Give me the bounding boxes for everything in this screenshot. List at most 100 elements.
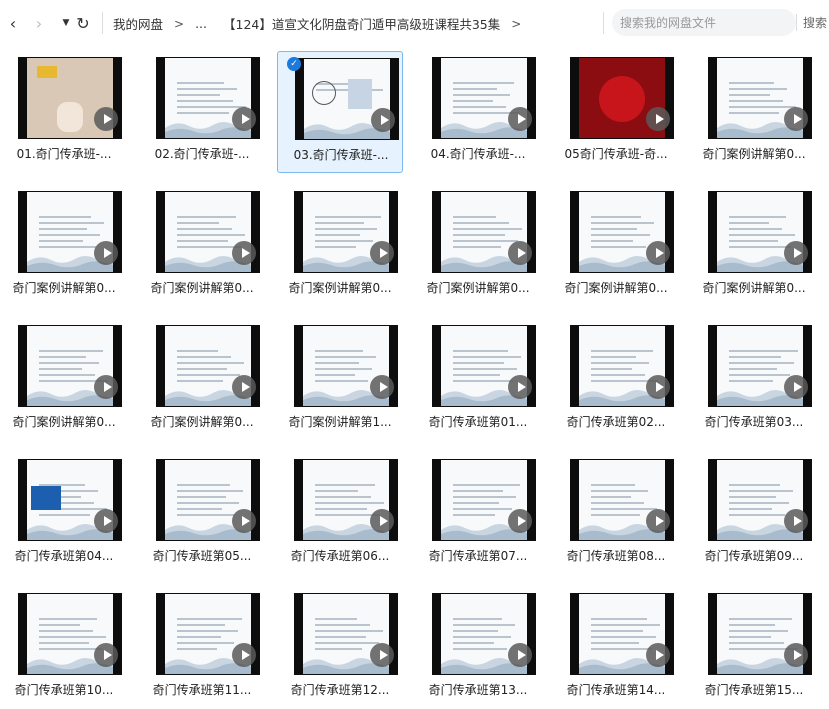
play-icon[interactable] [371, 108, 395, 132]
play-icon[interactable] [94, 107, 118, 131]
play-icon[interactable] [370, 509, 394, 533]
play-icon[interactable] [784, 509, 808, 533]
file-name: 奇门案例讲解第0... [150, 415, 254, 429]
breadcrumb-current-folder[interactable]: 【124】道宣文化阴盘奇门遁甲高级班课程共35集 [223, 14, 500, 33]
play-icon[interactable] [784, 643, 808, 667]
play-icon[interactable] [508, 241, 532, 265]
breadcrumb-root[interactable]: 我的网盘 [113, 14, 163, 33]
file-item[interactable]: 02.奇门传承班-... [139, 51, 265, 173]
file-item[interactable]: 奇门传承班第01... [415, 319, 541, 441]
play-icon[interactable] [232, 643, 256, 667]
file-item[interactable]: 奇门案例讲解第0... [691, 185, 817, 307]
file-item[interactable]: 奇门传承班第12... [277, 587, 403, 709]
play-icon[interactable] [784, 375, 808, 399]
file-name: 奇门传承班第01... [428, 415, 528, 429]
file-item[interactable]: 奇门案例讲解第0... [1, 185, 127, 307]
file-item[interactable]: 奇门案例讲解第0... [139, 185, 265, 307]
file-item[interactable]: 奇门传承班第06... [277, 453, 403, 575]
play-icon[interactable] [232, 107, 256, 131]
video-thumbnail [18, 57, 122, 139]
play-icon[interactable] [94, 509, 118, 533]
file-name: 03.奇门传承班-... [293, 148, 389, 162]
file-item[interactable]: 01.奇门传承班-... [1, 51, 127, 173]
play-icon[interactable] [508, 509, 532, 533]
file-name: 05奇门传承班-奇... [564, 147, 668, 161]
file-item[interactable]: 奇门传承班第07... [415, 453, 541, 575]
file-name: 奇门案例讲解第0... [12, 281, 116, 295]
file-item[interactable]: 奇门案例讲解第0... [553, 185, 679, 307]
file-name: 奇门案例讲解第0... [702, 281, 806, 295]
play-icon[interactable] [646, 643, 670, 667]
search-input[interactable] [618, 14, 792, 31]
checkmark-icon[interactable]: ✓ [287, 57, 301, 71]
video-thumbnail [708, 325, 812, 407]
play-icon[interactable] [508, 375, 532, 399]
file-item[interactable]: 奇门传承班第02... [553, 319, 679, 441]
video-thumbnail [570, 57, 674, 139]
play-icon[interactable] [232, 241, 256, 265]
play-icon[interactable] [94, 241, 118, 265]
search-button[interactable]: 搜索 [796, 14, 827, 31]
file-item[interactable]: 奇门传承班第05... [139, 453, 265, 575]
file-name: 奇门传承班第10... [14, 683, 114, 697]
file-name: 奇门传承班第14... [566, 683, 666, 697]
video-thumbnail [18, 191, 122, 273]
file-item[interactable]: 奇门案例讲解第0... [1, 319, 127, 441]
file-item[interactable]: 奇门传承班第11... [139, 587, 265, 709]
file-name: 奇门传承班第02... [566, 415, 666, 429]
file-name: 奇门传承班第13... [428, 683, 528, 697]
file-name: 奇门传承班第12... [290, 683, 390, 697]
play-icon[interactable] [232, 375, 256, 399]
file-name: 奇门传承班第03... [704, 415, 804, 429]
file-name: 奇门案例讲解第0... [12, 415, 116, 429]
file-item[interactable]: 04.奇门传承班-... [415, 51, 541, 173]
file-item[interactable]: 奇门传承班第08... [553, 453, 679, 575]
file-name: 01.奇门传承班-... [16, 147, 112, 161]
play-icon[interactable] [94, 375, 118, 399]
play-icon[interactable] [784, 241, 808, 265]
file-name: 奇门案例讲解第0... [564, 281, 668, 295]
file-name: 奇门案例讲解第0... [426, 281, 530, 295]
play-icon[interactable] [646, 375, 670, 399]
file-item[interactable]: 奇门案例讲解第0... [691, 51, 817, 173]
file-item[interactable]: 奇门传承班第09... [691, 453, 817, 575]
breadcrumb-ellipsis[interactable]: ... [195, 16, 207, 31]
back-arrow-icon[interactable]: ‹ [2, 12, 24, 34]
file-name: 奇门传承班第09... [704, 549, 804, 563]
play-icon[interactable] [370, 375, 394, 399]
file-item[interactable]: 奇门传承班第04... [1, 453, 127, 575]
file-item[interactable]: 奇门案例讲解第0... [415, 185, 541, 307]
refresh-icon[interactable]: ↻ [72, 12, 94, 34]
play-icon[interactable] [508, 107, 532, 131]
play-icon[interactable] [784, 107, 808, 131]
file-item[interactable]: 奇门传承班第03... [691, 319, 817, 441]
play-icon[interactable] [646, 509, 670, 533]
file-item[interactable]: 奇门传承班第15... [691, 587, 817, 709]
play-icon[interactable] [370, 241, 394, 265]
file-item[interactable]: 05奇门传承班-奇... [553, 51, 679, 173]
play-icon[interactable] [232, 509, 256, 533]
file-item[interactable]: 奇门传承班第13... [415, 587, 541, 709]
file-name: 奇门传承班第11... [152, 683, 252, 697]
file-item[interactable]: 奇门传承班第14... [553, 587, 679, 709]
file-item[interactable]: 奇门案例讲解第0... [277, 185, 403, 307]
file-item[interactable]: 奇门传承班第10... [1, 587, 127, 709]
video-thumbnail [156, 325, 260, 407]
video-thumbnail [432, 191, 536, 273]
file-item[interactable]: 奇门案例讲解第0... [139, 319, 265, 441]
video-thumbnail [708, 593, 812, 675]
file-name: 奇门传承班第05... [152, 549, 252, 563]
video-thumbnail [294, 593, 398, 675]
play-icon[interactable] [370, 643, 394, 667]
play-icon[interactable] [646, 241, 670, 265]
video-thumbnail [18, 459, 122, 541]
file-item[interactable]: ✓ 03.奇门传承班-... [277, 51, 403, 173]
file-item[interactable]: 奇门案例讲解第1... [277, 319, 403, 441]
file-name: 04.奇门传承班-... [430, 147, 526, 161]
play-icon[interactable] [94, 643, 118, 667]
video-thumbnail [156, 593, 260, 675]
file-name: 奇门传承班第15... [704, 683, 804, 697]
forward-arrow-icon[interactable]: › [28, 12, 50, 34]
play-icon[interactable] [508, 643, 532, 667]
play-icon[interactable] [646, 107, 670, 131]
